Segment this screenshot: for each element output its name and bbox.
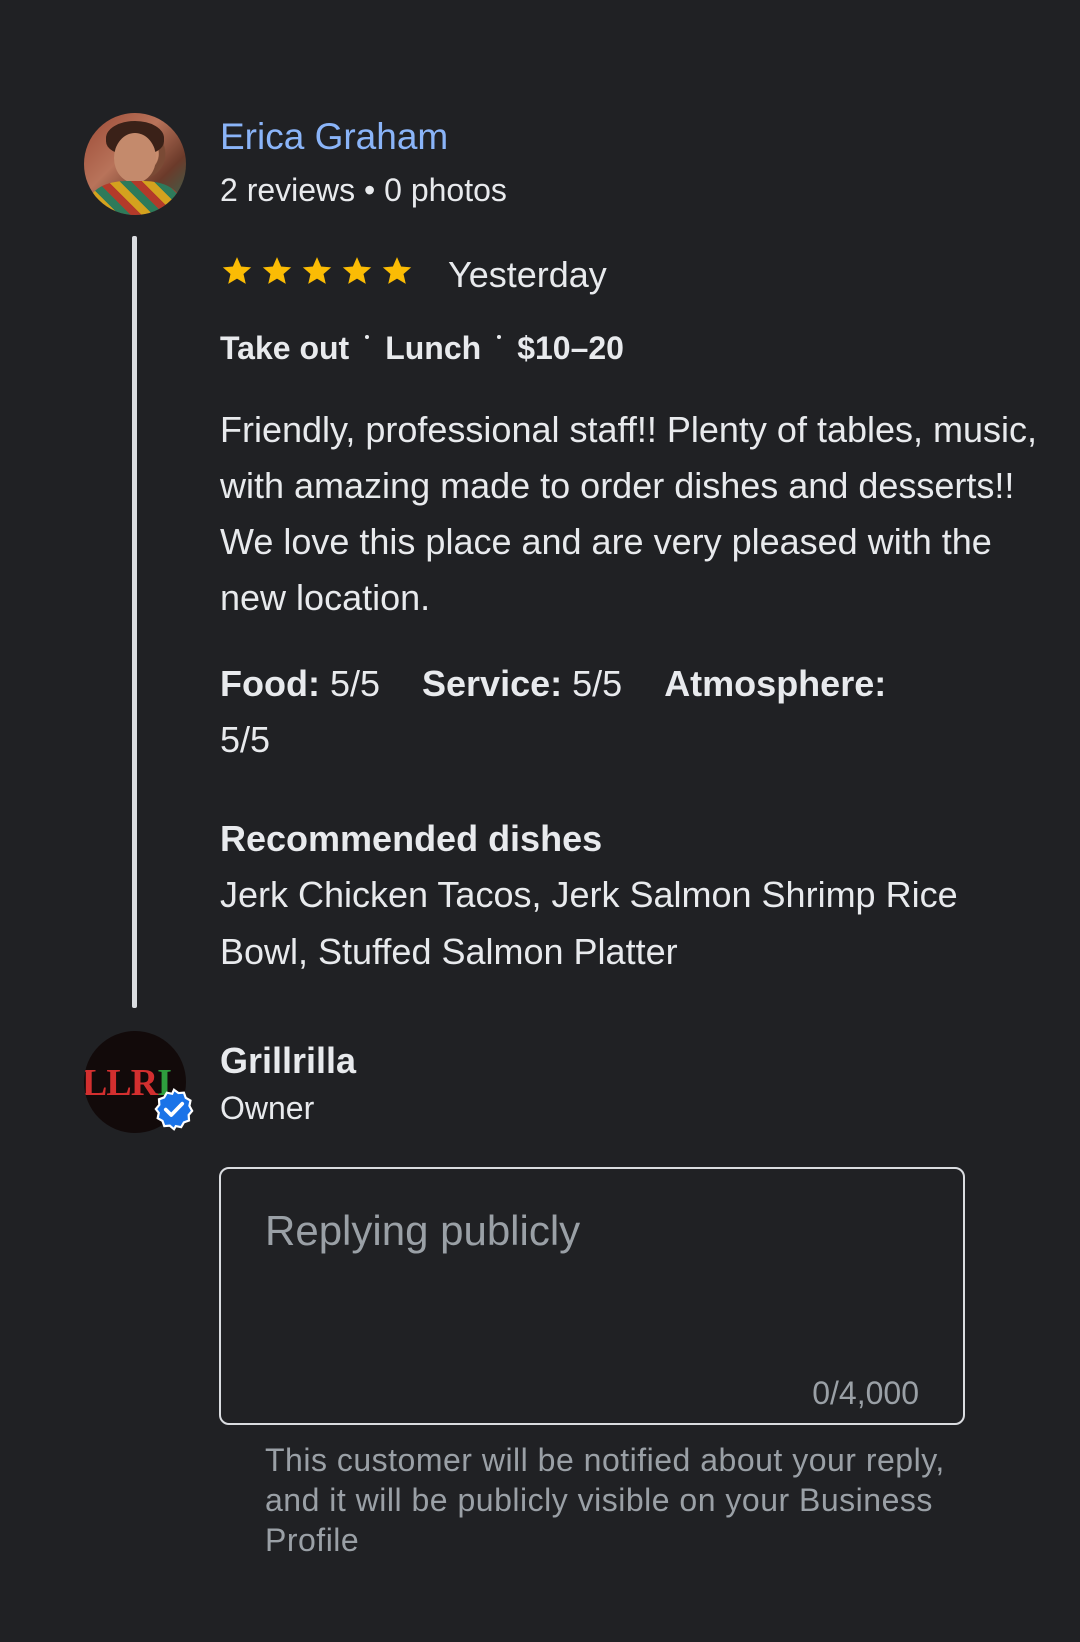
owner-role: Owner (220, 1090, 315, 1126)
logo-text-red: LLR (84, 1062, 158, 1104)
tag-price: $10–20 (517, 330, 624, 366)
review-tags: Take out Lunch $10–20 (220, 330, 624, 367)
atmosphere-label: Atmosphere: (664, 663, 887, 704)
tag-service-type: Take out (220, 330, 350, 366)
star-rating (220, 254, 414, 288)
star-icon (222, 257, 252, 284)
avatar-shirt-shape (90, 181, 180, 215)
reviewer-meta: 2 reviews • 0 photos (220, 172, 507, 208)
separator-dot (497, 334, 502, 339)
sub-ratings: Food: 5/5 Service: 5/5 Atmosphere: 5/5 (220, 656, 940, 768)
service-value: 5/5 (572, 663, 623, 704)
tag-meal-type: Lunch (385, 330, 482, 366)
star-icon (342, 257, 372, 284)
review-date: Yesterday (448, 254, 607, 295)
star-icon (382, 257, 412, 284)
star-icon (262, 257, 292, 284)
avatar-face-shape (114, 133, 156, 183)
recommended-dishes-title: Recommended dishes (220, 818, 603, 859)
reviewer-avatar[interactable] (84, 113, 186, 215)
food-value: 5/5 (329, 663, 381, 704)
reply-input[interactable] (265, 1207, 915, 1255)
review-card: Erica Graham 2 reviews • 0 photos Yester… (0, 0, 1080, 1642)
owner-name: Grillrilla (220, 1040, 357, 1081)
reply-helper-text: This customer will be notified about you… (265, 1442, 945, 1558)
verified-badge-icon (154, 1088, 194, 1131)
character-counter: 0/4,000 (812, 1375, 919, 1411)
thread-line (132, 236, 137, 1008)
service-label: Service: (422, 663, 563, 704)
food-label: Food: (220, 663, 320, 704)
separator-dot (365, 334, 370, 339)
star-icon (302, 257, 332, 284)
review-text: Friendly, professional staff!! Plenty of… (220, 409, 1038, 618)
atmosphere-value: 5/5 (220, 719, 271, 760)
reviewer-name[interactable]: Erica Graham (220, 116, 448, 158)
recommended-dishes-list: Jerk Chicken Tacos, Jerk Salmon Shrimp R… (220, 874, 958, 972)
reply-box[interactable]: 0/4,000 (219, 1167, 965, 1425)
